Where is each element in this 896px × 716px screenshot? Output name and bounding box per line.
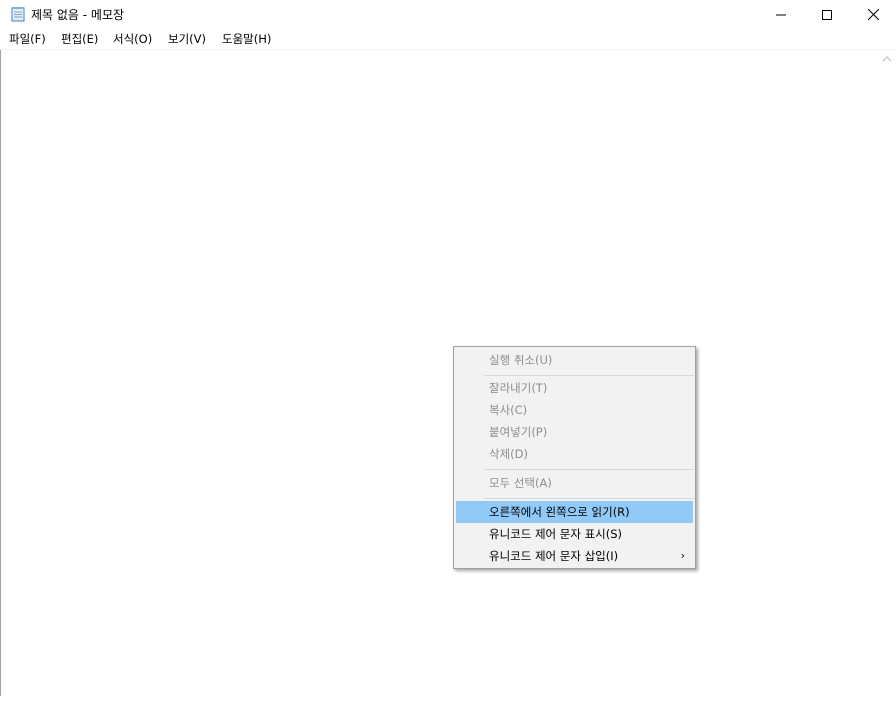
window-title: 제목 없음 - 메모장	[31, 8, 125, 22]
context-item-label: 유니코드 제어 문자 삽입(I)	[489, 549, 619, 563]
context-item-undo[interactable]: 실행 취소(U)	[456, 349, 693, 371]
context-item-show-unicode-control[interactable]: 유니코드 제어 문자 표시(S)	[456, 523, 693, 545]
close-button[interactable]	[850, 0, 896, 29]
window-bottom-edge	[0, 696, 896, 716]
context-item-delete[interactable]: 삭제(D)	[456, 443, 693, 465]
close-icon	[867, 9, 879, 20]
context-item-copy[interactable]: 복사(C)	[456, 399, 693, 421]
title-bar[interactable]: 제목 없음 - 메모장	[0, 0, 896, 29]
vertical-scrollbar[interactable]	[878, 50, 896, 696]
maximize-button[interactable]	[804, 0, 850, 29]
menu-edit[interactable]: 편집(E)	[59, 31, 100, 47]
context-item-cut[interactable]: 잘라내기(T)	[456, 377, 693, 399]
minimize-button[interactable]	[758, 0, 804, 29]
menu-view[interactable]: 보기(V)	[166, 31, 208, 47]
notepad-icon	[11, 7, 25, 22]
menu-bar: 파일(F) 편집(E) 서식(O) 보기(V) 도움말(H)	[0, 29, 896, 50]
scroll-up-arrow-icon[interactable]	[881, 53, 893, 65]
context-menu: 실행 취소(U) 잘라내기(T) 복사(C) 붙여넣기(P) 삭제(D) 모두 …	[453, 346, 696, 569]
submenu-arrow-icon: ›	[680, 549, 685, 562]
maximize-icon	[822, 9, 832, 20]
context-item-right-to-left[interactable]: 오른쪽에서 왼쪽으로 읽기(R)	[456, 501, 693, 523]
context-item-insert-unicode-control[interactable]: 유니코드 제어 문자 삽입(I) ›	[456, 545, 693, 567]
context-separator	[484, 469, 694, 470]
menu-format[interactable]: 서식(O)	[111, 31, 154, 47]
menu-help[interactable]: 도움말(H)	[220, 31, 273, 47]
context-separator	[484, 498, 694, 499]
context-item-select-all[interactable]: 모두 선택(A)	[456, 472, 693, 494]
text-editor[interactable]	[0, 50, 878, 696]
minimize-icon	[776, 14, 786, 15]
context-separator	[484, 375, 694, 376]
notepad-window: 제목 없음 - 메모장 파일(F) 편집(E) 서식(O) 보기(V) 도움말(…	[0, 0, 896, 716]
context-item-paste[interactable]: 붙여넣기(P)	[456, 421, 693, 443]
menu-file[interactable]: 파일(F)	[7, 31, 48, 47]
